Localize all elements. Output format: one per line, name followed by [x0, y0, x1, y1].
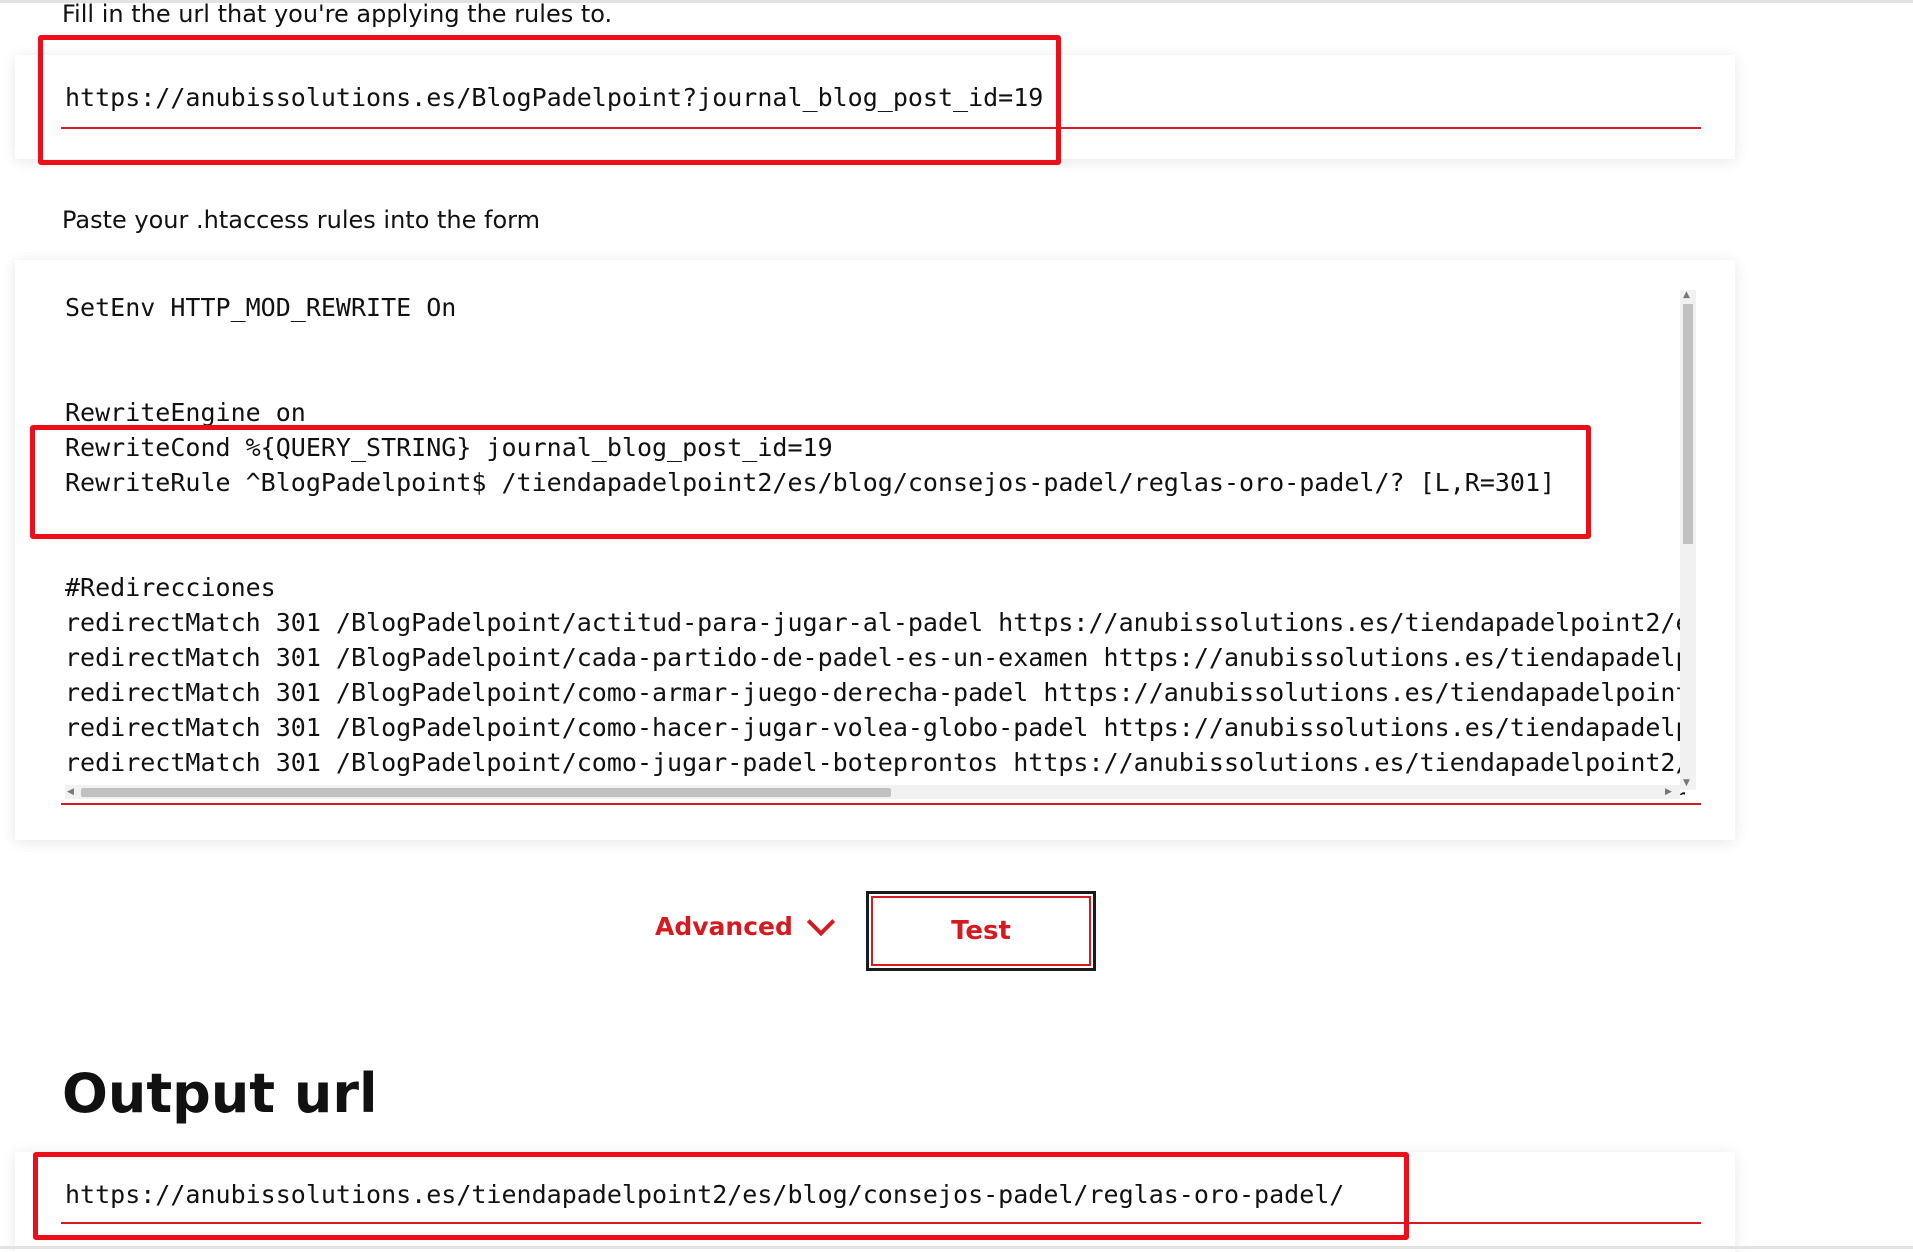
rules-textarea-underline: [61, 803, 1701, 805]
scroll-up-icon[interactable]: ▲: [1683, 290, 1690, 300]
test-button[interactable]: Test: [866, 891, 1096, 971]
scroll-down-icon[interactable]: ▼: [1683, 778, 1690, 788]
url-label: Fill in the url that you're applying the…: [62, 0, 613, 28]
rules-horizontal-scroll-thumb[interactable]: [81, 788, 891, 797]
rules-textarea-card: SetEnv HTTP_MOD_REWRITE On RewriteEngine …: [15, 260, 1735, 840]
rules-line: redirectMatch 301 /BlogPadelpoint/cada-p…: [65, 643, 1685, 672]
output-highlight-box: [33, 1152, 1409, 1240]
advanced-label: Advanced: [655, 912, 793, 941]
test-button-label: Test: [951, 916, 1011, 946]
rules-line: #Redirecciones: [65, 573, 276, 602]
rules-line: [65, 360, 1685, 395]
rules-line: redirectMatch 301 /BlogPadelpoint/como-h…: [65, 713, 1685, 742]
rules-highlight-box: [30, 425, 1591, 539]
scroll-right-icon[interactable]: ▶: [1665, 787, 1672, 797]
rules-line: redirectMatch 301 /BlogPadelpoint/como-a…: [65, 678, 1685, 707]
url-highlight-box: [38, 35, 1061, 165]
advanced-toggle[interactable]: Advanced: [655, 907, 836, 941]
rules-line: redirectMatch 301 /BlogPadelpoint/como-j…: [65, 748, 1685, 777]
rules-textarea[interactable]: SetEnv HTTP_MOD_REWRITE On RewriteEngine …: [65, 290, 1685, 795]
rules-line: [65, 535, 1685, 570]
rules-vertical-scroll-thumb[interactable]: [1683, 304, 1693, 544]
chevron-down-icon: [806, 907, 836, 936]
rules-horizontal-scrollbar[interactable]: ◀ ▶: [65, 785, 1680, 799]
output-title: Output url: [62, 1062, 378, 1125]
rules-vertical-scrollbar[interactable]: ▲ ▼: [1680, 290, 1696, 790]
rules-label: Paste your .htaccess rules into the form: [62, 206, 540, 234]
rules-line: [65, 325, 1685, 360]
rules-line: SetEnv HTTP_MOD_REWRITE On: [65, 293, 457, 322]
scroll-left-icon[interactable]: ◀: [67, 787, 74, 797]
rules-line: redirectMatch 301 /BlogPadelpoint/actitu…: [65, 608, 1685, 637]
